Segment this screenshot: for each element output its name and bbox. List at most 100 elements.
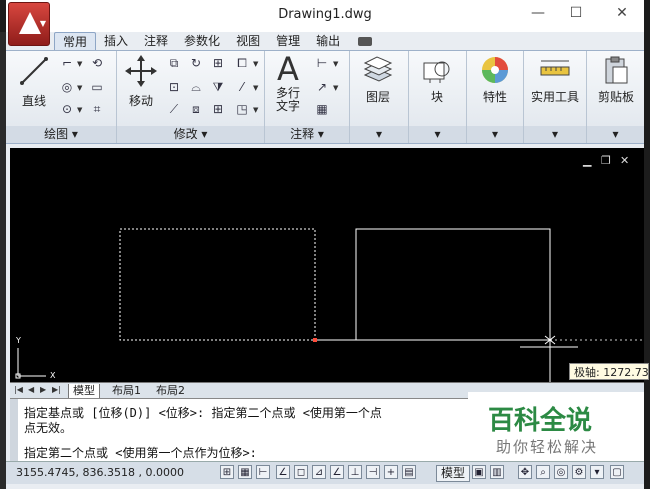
line-label: 直线 bbox=[21, 94, 46, 108]
tab-model[interactable]: 模型 bbox=[68, 384, 100, 399]
utilities-button[interactable]: 实用工具 bbox=[526, 55, 584, 105]
model-space-button[interactable]: 模型 bbox=[436, 465, 471, 482]
array-icon[interactable]: ⧈ bbox=[187, 101, 205, 118]
utilities-panel[interactable]: 实用工具 ▾ bbox=[524, 51, 587, 143]
block-panel-title[interactable]: ▾ bbox=[409, 126, 466, 143]
layers-button[interactable]: 图层 bbox=[358, 55, 398, 105]
command-window-grip[interactable] bbox=[10, 399, 18, 461]
dynamic-input-icon[interactable]: ⊣ bbox=[366, 465, 380, 479]
properties-panel-title[interactable]: ▾ bbox=[467, 126, 523, 143]
object-snap-icon[interactable]: ◻ bbox=[294, 465, 308, 479]
workspace-switch-icon[interactable]: ⚙ bbox=[572, 465, 586, 479]
layers-panel-title[interactable]: ▾ bbox=[350, 126, 408, 143]
steering-wheel-icon[interactable]: ◎ bbox=[554, 465, 568, 479]
next-tab-icon[interactable]: ▶ bbox=[40, 385, 46, 394]
copy-icon[interactable]: ⧉ bbox=[165, 55, 183, 72]
chevron-down-icon[interactable]: ▼ bbox=[77, 106, 82, 114]
tab-annotate[interactable]: 注释 bbox=[136, 32, 176, 50]
pan-icon[interactable]: ✥ bbox=[518, 465, 532, 479]
quick-view-layouts-icon[interactable]: ▣ bbox=[472, 465, 486, 479]
erase-icon[interactable]: ⧠ bbox=[233, 55, 251, 72]
clipboard-panel[interactable]: 剪贴板 ▾ bbox=[587, 51, 644, 143]
last-tab-icon[interactable]: ▶| bbox=[52, 385, 61, 394]
polyline-icon[interactable]: ⌐ bbox=[58, 55, 76, 72]
line-icon bbox=[20, 57, 48, 85]
chevron-down-icon[interactable]: ▼ bbox=[333, 60, 338, 68]
arc-icon[interactable]: ⟲ bbox=[88, 55, 106, 72]
toolbar-lock-icon[interactable]: ▾ bbox=[590, 465, 604, 479]
snap-mode-icon[interactable]: ⊞ bbox=[220, 465, 234, 479]
clipboard-panel-title[interactable]: ▾ bbox=[587, 126, 644, 143]
tab-parametric[interactable]: 参数化 bbox=[176, 32, 228, 50]
first-tab-icon[interactable]: |◀ bbox=[14, 385, 23, 394]
utilities-panel-title[interactable]: ▾ bbox=[524, 126, 586, 143]
3d-osnap-icon[interactable]: ⊿ bbox=[312, 465, 326, 479]
ortho-mode-icon[interactable]: ⊢ bbox=[256, 465, 270, 479]
lineweight-icon[interactable]: + bbox=[384, 465, 398, 479]
quick-properties-icon[interactable]: ▤ bbox=[402, 465, 416, 479]
dynamic-ucs-icon[interactable]: ⊥ bbox=[348, 465, 362, 479]
clipboard-button[interactable]: 剪贴板 bbox=[591, 55, 641, 105]
line-button[interactable]: 直线 bbox=[14, 53, 54, 109]
color-wheel-icon bbox=[482, 57, 508, 83]
circle-icon[interactable]: ◎ bbox=[58, 79, 76, 96]
scale-icon[interactable]: ⟋ bbox=[165, 101, 183, 118]
rotate-icon[interactable]: ↻ bbox=[187, 55, 205, 72]
quick-view-drawings-icon[interactable]: ▥ bbox=[490, 465, 504, 479]
modify-panel-title[interactable]: 修改 ▾ bbox=[117, 126, 264, 143]
hatch-icon[interactable]: ⌗ bbox=[88, 101, 106, 118]
table-icon[interactable]: ▦ bbox=[313, 101, 331, 118]
dimension-icon[interactable]: ⊢ bbox=[313, 55, 331, 72]
ellipse-icon[interactable]: ⊙ bbox=[58, 101, 76, 118]
leader-icon[interactable]: ↗ bbox=[313, 79, 331, 96]
command-prompt[interactable]: 指定第二个点或 <使用第一个点作为位移>: bbox=[24, 444, 257, 461]
moved-rectangle[interactable] bbox=[355, 228, 551, 341]
draw-panel-title[interactable]: 绘图 ▾ bbox=[6, 126, 116, 143]
chevron-down-icon[interactable]: ▼ bbox=[253, 106, 258, 114]
tab-layout2[interactable]: 布局2 bbox=[152, 384, 189, 398]
tab-view[interactable]: 视图 bbox=[228, 32, 268, 50]
command-window[interactable]: 指定基点或 [位移(D)] <位移>: 指定第二个点或 <使用第一个点 点无效。… bbox=[10, 398, 470, 461]
chamfer-icon[interactable]: ◳ bbox=[233, 101, 251, 118]
clean-screen-icon[interactable]: ▢ bbox=[610, 465, 624, 479]
polar-tracking-icon[interactable]: ∠ bbox=[276, 465, 290, 479]
layers-panel[interactable]: 图层 ▾ bbox=[350, 51, 409, 143]
close-button[interactable]: ✕ bbox=[610, 5, 634, 21]
multiline-text-button[interactable]: A 多行 文字 bbox=[269, 51, 307, 113]
chevron-down-icon[interactable]: ▼ bbox=[333, 84, 338, 92]
drawing-canvas[interactable]: ▁ ❐ ✕ Y X 极轴: 1272.7303 bbox=[10, 148, 649, 382]
move-button[interactable]: 移动 bbox=[121, 53, 161, 109]
zoom-icon[interactable]: ⌕ bbox=[536, 465, 550, 479]
properties-panel[interactable]: 特性 ▾ bbox=[467, 51, 524, 143]
selected-rectangle[interactable] bbox=[119, 228, 316, 341]
ribbon-minimize-icon[interactable] bbox=[358, 36, 373, 46]
chevron-down-icon[interactable]: ▼ bbox=[253, 60, 258, 68]
grid-display-icon[interactable]: ▦ bbox=[238, 465, 252, 479]
application-menu-button[interactable]: ▼ bbox=[8, 2, 50, 46]
chevron-down-icon[interactable]: ▼ bbox=[77, 60, 82, 68]
chevron-down-icon[interactable]: ▼ bbox=[77, 84, 82, 92]
explode-icon[interactable]: ⁄ bbox=[233, 79, 251, 96]
stretch-icon[interactable]: ⊡ bbox=[165, 79, 183, 96]
tab-manage[interactable]: 管理 bbox=[268, 32, 308, 50]
mirror-icon[interactable]: ⧩ bbox=[209, 79, 227, 96]
tab-output[interactable]: 输出 bbox=[308, 32, 348, 50]
move-icon bbox=[125, 55, 157, 87]
watermark-subtitle: 助你轻松解决 bbox=[496, 438, 599, 456]
tab-home[interactable]: 常用 bbox=[54, 31, 97, 51]
block-panel[interactable]: 块 ▾ bbox=[409, 51, 467, 143]
minimize-button[interactable]: — bbox=[526, 5, 550, 21]
object-snap-tracking-icon[interactable]: ∠ bbox=[330, 465, 344, 479]
tab-insert[interactable]: 插入 bbox=[96, 32, 136, 50]
rectangle-icon[interactable]: ▭ bbox=[88, 79, 106, 96]
chevron-down-icon[interactable]: ▼ bbox=[253, 84, 258, 92]
properties-button[interactable]: 特性 bbox=[475, 55, 515, 105]
tab-layout1[interactable]: 布局1 bbox=[108, 384, 145, 398]
prev-tab-icon[interactable]: ◀ bbox=[28, 385, 34, 394]
annotation-panel-title[interactable]: 注释 ▾ bbox=[265, 126, 349, 143]
trim-icon[interactable]: ⊞ bbox=[209, 55, 227, 72]
block-button[interactable]: 块 bbox=[417, 55, 457, 105]
offset-icon[interactable]: ⊞ bbox=[209, 101, 227, 118]
maximize-button[interactable]: ☐ bbox=[564, 5, 588, 21]
fillet-icon[interactable]: ⌓ bbox=[187, 79, 205, 96]
